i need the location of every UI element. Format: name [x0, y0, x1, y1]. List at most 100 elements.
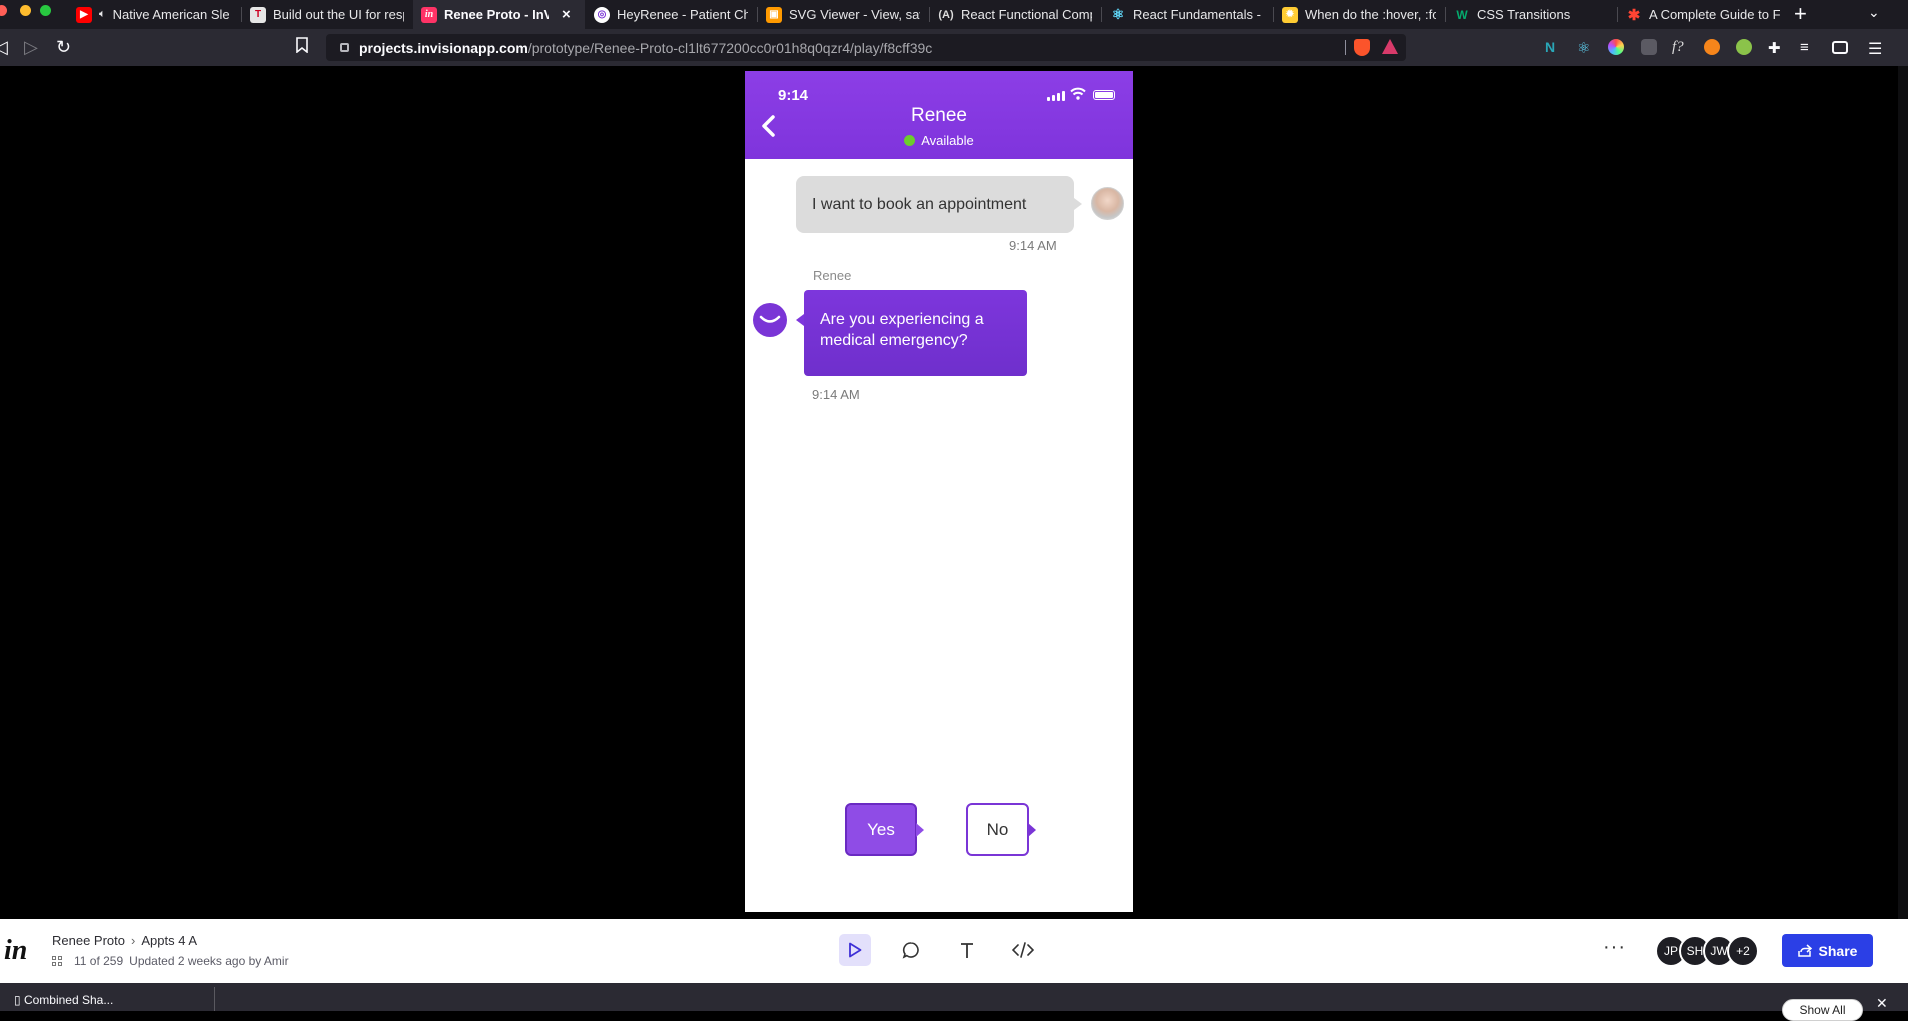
- code-mode-button[interactable]: [1007, 934, 1039, 966]
- contact-name: Renee: [911, 105, 967, 126]
- bot-message-bubble: Are you experiencing a medical emergency…: [796, 290, 1027, 376]
- online-dot-icon: [904, 135, 916, 146]
- browser-tab[interactable]: ✹ When do the :hover, :fo: [1274, 0, 1444, 29]
- extension-n-icon[interactable]: N: [1545, 39, 1561, 55]
- wifi-icon: [1070, 87, 1086, 105]
- user-avatar: [1091, 187, 1124, 220]
- tab-title: HeyRenee - Patient Cha: [617, 7, 748, 22]
- collaborator-avatars[interactable]: JP SH JW +2: [1655, 935, 1759, 967]
- quick-reply-no[interactable]: No: [966, 803, 1036, 856]
- chevron-right-icon: ›: [131, 933, 136, 948]
- maximize-window-dot[interactable]: [40, 5, 51, 16]
- forward-button[interactable]: ▷: [24, 37, 38, 57]
- share-button[interactable]: Share: [1782, 934, 1873, 967]
- browser-menu-icon[interactable]: ☰: [1868, 39, 1884, 58]
- react-devtools-icon[interactable]: ⚛: [1577, 39, 1593, 57]
- presence-status: Available: [745, 133, 1133, 148]
- share-label: Share: [1818, 942, 1858, 959]
- inspect-text-mode-button[interactable]: [951, 934, 983, 966]
- battery-icon: [1093, 90, 1115, 100]
- bot-sender-name: Renee: [813, 268, 852, 283]
- share-icon: [1797, 944, 1812, 957]
- url-host: projects.invisionapp.com: [359, 39, 528, 56]
- download-item[interactable]: ▯ Combined Sha...: [14, 993, 113, 1007]
- download-separator: [214, 987, 215, 1011]
- brave-shield-icon[interactable]: [1354, 39, 1370, 56]
- close-window-dot[interactable]: [0, 5, 7, 16]
- signal-icon: [1047, 91, 1065, 101]
- tab-title: Renee Proto - InVisi: [444, 7, 549, 22]
- tab-title: Native American Sle: [112, 7, 230, 22]
- screen-position: 11 of 259: [74, 954, 124, 968]
- download-file-name: Combined Sha...: [23, 993, 114, 1007]
- tab-title: CSS Transitions: [1477, 7, 1571, 22]
- browser-tab[interactable]: ⚛ React Fundamentals - R: [1102, 0, 1272, 29]
- audio-playing-icon[interactable]: 🔈︎: [99, 8, 106, 21]
- invision-logo[interactable]: in: [4, 935, 27, 967]
- browser-tab[interactable]: ▣ SVG Viewer - View, sav: [758, 0, 928, 29]
- csstricks-icon: ✱: [1627, 6, 1641, 24]
- svgviewer-icon: ▣: [766, 6, 782, 23]
- fonts-extension-icon[interactable]: f?: [1672, 39, 1688, 55]
- extension-dots-icon[interactable]: [1641, 39, 1657, 55]
- browser-tab[interactable]: (A) React Functional Comp: [930, 0, 1100, 29]
- browser-tab-active[interactable]: in Renee Proto - InVisi ×: [413, 0, 585, 29]
- figma-icon: ◎: [594, 6, 610, 23]
- breadcrumb-screen[interactable]: Appts 4 A: [141, 933, 197, 948]
- browser-tab[interactable]: ▶ 🔈︎ Native American Sle: [68, 0, 240, 29]
- bot-message-time: 9:14 AM: [812, 387, 860, 402]
- back-button[interactable]: ◁: [0, 37, 8, 57]
- phone-screen: 9:14 Renee Available I want to book an a…: [745, 71, 1133, 912]
- bookmark-icon[interactable]: [296, 37, 308, 57]
- green-extension-icon[interactable]: [1736, 39, 1752, 55]
- show-all-button[interactable]: Show All: [1782, 999, 1863, 1021]
- address-bar[interactable]: projects.invisionapp.com /prototype/Rene…: [326, 34, 1406, 61]
- screen-meta: 11 of 259 Updated 2 weeks ago by Amir: [52, 954, 289, 968]
- tab-title: When do the :hover, :fo: [1305, 7, 1436, 22]
- avatar-overflow-count[interactable]: +2: [1727, 935, 1759, 967]
- url-path: /prototype/Renee-Proto-cl1lt677200cc0r01…: [527, 39, 933, 56]
- browser-tab[interactable]: ◎ HeyRenee - Patient Cha: [586, 0, 756, 29]
- invision-icon: in: [421, 6, 437, 23]
- comment-mode-button[interactable]: [895, 934, 927, 966]
- user-message-time: 9:14 AM: [1009, 238, 1057, 253]
- tab-title: Build out the UI for resp: [273, 7, 404, 22]
- color-extension-icon[interactable]: [1608, 39, 1624, 55]
- minimize-window-dot[interactable]: [20, 5, 31, 16]
- updated-text: Updated 2 weeks ago by Amir: [129, 954, 289, 968]
- invision-footer: in Renee Proto › Appts 4 A 11 of 259 Upd…: [0, 919, 1908, 983]
- grid-icon[interactable]: [52, 956, 62, 966]
- playlist-icon[interactable]: ≡: [1800, 39, 1816, 56]
- browser-tab[interactable]: ✱ A Complete Guide to Fle: [1618, 0, 1788, 29]
- preview-mode-button[interactable]: [839, 934, 871, 966]
- file-icon: ▯: [14, 993, 24, 1007]
- browser-tab[interactable]: W CSS Transitions: [1446, 0, 1616, 29]
- brave-rewards-icon[interactable]: [1382, 39, 1398, 54]
- reload-button[interactable]: ↻: [56, 37, 71, 57]
- breadcrumb-project[interactable]: Renee Proto: [52, 933, 125, 948]
- puzzle-extensions-icon[interactable]: ✚: [1768, 39, 1784, 57]
- close-download-bar-icon[interactable]: ✕: [1876, 995, 1888, 1012]
- download-bar: ▯ Combined Sha... Show All ✕: [0, 983, 1908, 1021]
- browser-tab[interactable]: T Build out the UI for resp: [242, 0, 412, 29]
- renee-smile-icon: [753, 303, 787, 337]
- browser-toolbar: ◁ ▷ ↻ projects.invisionapp.com /prototyp…: [0, 29, 1908, 66]
- tab-list-chevron-icon[interactable]: ⌄: [1868, 4, 1880, 21]
- wallet-icon[interactable]: [1832, 41, 1848, 54]
- chat-header: 9:14 Renee Available: [745, 71, 1133, 159]
- metamask-icon[interactable]: [1704, 39, 1720, 55]
- more-options-icon[interactable]: ···: [1603, 936, 1626, 959]
- quick-reply-yes[interactable]: Yes: [845, 803, 924, 856]
- lock-icon: [340, 43, 349, 52]
- new-tab-button[interactable]: +: [1794, 1, 1807, 27]
- a-icon: (A): [938, 8, 954, 21]
- youtube-icon: ▶: [76, 6, 92, 23]
- close-tab-icon[interactable]: ×: [562, 6, 571, 23]
- presence-label: Available: [921, 133, 974, 148]
- url-divider: [1345, 40, 1346, 55]
- page-scrollbar[interactable]: [1898, 66, 1908, 919]
- tab-title: React Fundamentals - R: [1133, 7, 1264, 22]
- react-icon: ⚛: [1111, 6, 1125, 22]
- tab-title: A Complete Guide to Fle: [1649, 7, 1780, 22]
- w3-icon: W: [1456, 7, 1468, 22]
